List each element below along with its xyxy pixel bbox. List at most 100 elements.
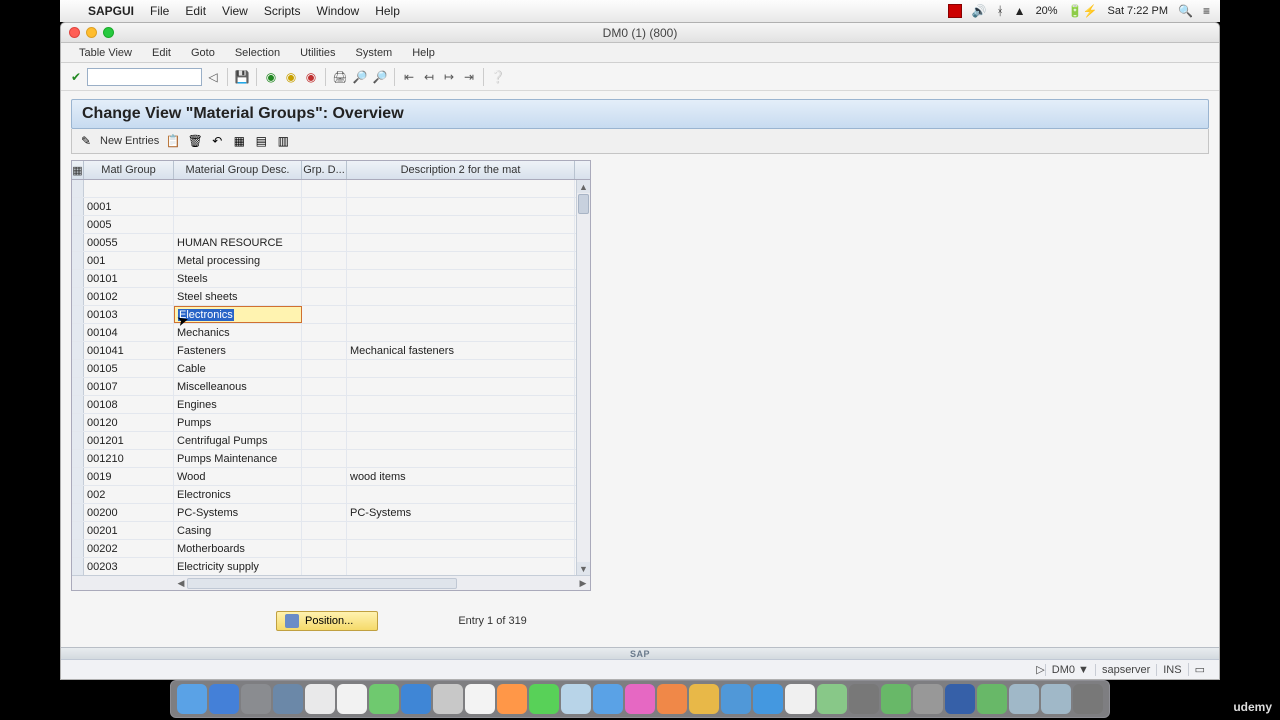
last-page-icon[interactable]: ⇥ bbox=[460, 68, 478, 86]
word-icon[interactable] bbox=[401, 684, 431, 714]
cell-desc2[interactable] bbox=[347, 540, 575, 557]
cell-desc2[interactable]: wood items bbox=[347, 468, 575, 485]
messages-icon[interactable] bbox=[529, 684, 559, 714]
cell-desc[interactable]: Electronics bbox=[174, 486, 302, 503]
cell-grp-d[interactable] bbox=[302, 216, 347, 233]
cell-desc[interactable]: Fasteners bbox=[174, 342, 302, 359]
horizontal-scrollbar[interactable]: ◀ ▶ bbox=[72, 575, 590, 590]
col-desc[interactable]: Material Group Desc. bbox=[174, 161, 302, 179]
row-selector[interactable] bbox=[72, 324, 84, 341]
cell-desc[interactable]: Engines bbox=[174, 396, 302, 413]
excel-icon[interactable] bbox=[817, 684, 847, 714]
cell-grp-d[interactable] bbox=[302, 522, 347, 539]
cell-matl-group[interactable]: 00107 bbox=[84, 378, 174, 395]
row-selector[interactable] bbox=[72, 486, 84, 503]
cell-desc[interactable]: Mechanics bbox=[174, 324, 302, 341]
cell-matl-group[interactable]: 00101 bbox=[84, 270, 174, 287]
screenshot-icon[interactable] bbox=[273, 684, 303, 714]
cell-grp-d[interactable] bbox=[302, 468, 347, 485]
activity-icon[interactable] bbox=[881, 684, 911, 714]
cell-matl-group[interactable]: 001201 bbox=[84, 432, 174, 449]
row-selector[interactable] bbox=[72, 378, 84, 395]
exit-icon[interactable]: ◉ bbox=[282, 68, 300, 86]
cell-desc2[interactable] bbox=[347, 216, 575, 233]
cell-desc2[interactable] bbox=[347, 414, 575, 431]
mail-icon[interactable] bbox=[241, 684, 271, 714]
cell-matl-group[interactable]: 00120 bbox=[84, 414, 174, 431]
clock[interactable]: Sat 7:22 PM bbox=[1107, 5, 1168, 17]
row-selector[interactable] bbox=[72, 540, 84, 557]
cell-desc[interactable]: PC-Systems bbox=[174, 504, 302, 521]
session-dropdown-icon[interactable]: ▷ bbox=[1036, 663, 1044, 676]
terminal-icon[interactable] bbox=[849, 684, 879, 714]
position-button[interactable]: Position... bbox=[276, 611, 378, 631]
settings-icon[interactable] bbox=[913, 684, 943, 714]
table-row[interactable]: 0005 bbox=[72, 216, 590, 234]
table-row[interactable]: 001041FastenersMechanical fasteners bbox=[72, 342, 590, 360]
preview-icon[interactable] bbox=[689, 684, 719, 714]
firefox-icon[interactable] bbox=[497, 684, 527, 714]
battery-icon[interactable]: 🔋⚡ bbox=[1068, 4, 1098, 18]
folder1-icon[interactable] bbox=[1009, 684, 1039, 714]
cell-desc2[interactable] bbox=[347, 396, 575, 413]
finder-icon[interactable] bbox=[177, 684, 207, 714]
folder2-icon[interactable] bbox=[1041, 684, 1071, 714]
print-icon[interactable]: 🖨 bbox=[331, 68, 349, 86]
table-row[interactable] bbox=[72, 180, 590, 198]
cell-desc2[interactable] bbox=[347, 450, 575, 467]
row-selector[interactable] bbox=[72, 360, 84, 377]
prev-page-icon[interactable]: ↤ bbox=[420, 68, 438, 86]
new-entries-button[interactable]: New Entries bbox=[100, 135, 159, 147]
row-selector[interactable] bbox=[72, 414, 84, 431]
copy-as-icon[interactable]: 📋 bbox=[165, 133, 181, 149]
camtasia-icon[interactable] bbox=[977, 684, 1007, 714]
table-row[interactable]: 00103Electronics bbox=[72, 306, 590, 324]
cell-grp-d[interactable] bbox=[302, 180, 347, 197]
cell-desc[interactable]: Metal processing bbox=[174, 252, 302, 269]
cell-desc[interactable]: Electronics bbox=[174, 306, 302, 323]
row-selector[interactable] bbox=[72, 522, 84, 539]
table-row[interactable]: 002Electronics bbox=[72, 486, 590, 504]
cell-grp-d[interactable] bbox=[302, 324, 347, 341]
undo-icon[interactable]: ↶ bbox=[209, 133, 225, 149]
cell-grp-d[interactable] bbox=[302, 288, 347, 305]
cell-grp-d[interactable] bbox=[302, 540, 347, 557]
table-row[interactable]: 00200PC-SystemsPC-Systems bbox=[72, 504, 590, 522]
dropdown-icon[interactable]: ◁ bbox=[204, 68, 222, 86]
cell-grp-d[interactable] bbox=[302, 270, 347, 287]
status-system[interactable]: DM0 ▼ bbox=[1045, 664, 1095, 676]
cell-desc[interactable]: Miscelleanous bbox=[174, 378, 302, 395]
cell-desc[interactable]: HUMAN RESOURCE bbox=[174, 234, 302, 251]
scroll-thumb[interactable] bbox=[578, 194, 589, 214]
rstudio-icon[interactable] bbox=[721, 684, 751, 714]
notes-icon[interactable] bbox=[433, 684, 463, 714]
scroll-up-icon[interactable]: ▲ bbox=[577, 180, 590, 193]
cell-matl-group[interactable]: 00055 bbox=[84, 234, 174, 251]
cell-matl-group[interactable]: 001041 bbox=[84, 342, 174, 359]
col-select-all[interactable]: ▦ bbox=[72, 161, 84, 179]
find-icon[interactable]: 🔎 bbox=[351, 68, 369, 86]
cell-desc2[interactable] bbox=[347, 252, 575, 269]
cell-desc[interactable]: Centrifugal Pumps bbox=[174, 432, 302, 449]
cell-matl-group[interactable]: 00103 bbox=[84, 306, 174, 323]
change-display-icon[interactable]: ✎ bbox=[78, 133, 94, 149]
menu-list-icon[interactable]: ≡ bbox=[1203, 4, 1210, 18]
deselect-all-icon[interactable]: ▥ bbox=[275, 133, 291, 149]
menu-scripts[interactable]: Scripts bbox=[256, 4, 309, 18]
cell-desc2[interactable] bbox=[347, 288, 575, 305]
row-selector[interactable] bbox=[72, 252, 84, 269]
sap-menu-tableview[interactable]: Table View bbox=[69, 47, 142, 59]
scroll-left-icon[interactable]: ◀ bbox=[174, 576, 188, 590]
cell-desc[interactable] bbox=[174, 198, 302, 215]
table-row[interactable]: 00102Steel sheets bbox=[72, 288, 590, 306]
scissors-icon[interactable] bbox=[593, 684, 623, 714]
volume-icon[interactable]: 🔊 bbox=[972, 4, 987, 18]
cell-grp-d[interactable] bbox=[302, 486, 347, 503]
row-selector[interactable] bbox=[72, 180, 84, 197]
table-row[interactable]: 00105Cable bbox=[72, 360, 590, 378]
sap-menu-selection[interactable]: Selection bbox=[225, 47, 290, 59]
cell-matl-group[interactable]: 0005 bbox=[84, 216, 174, 233]
cell-matl-group[interactable] bbox=[84, 180, 174, 197]
cell-desc[interactable]: Steels bbox=[174, 270, 302, 287]
table-row[interactable]: 0019Woodwood items bbox=[72, 468, 590, 486]
